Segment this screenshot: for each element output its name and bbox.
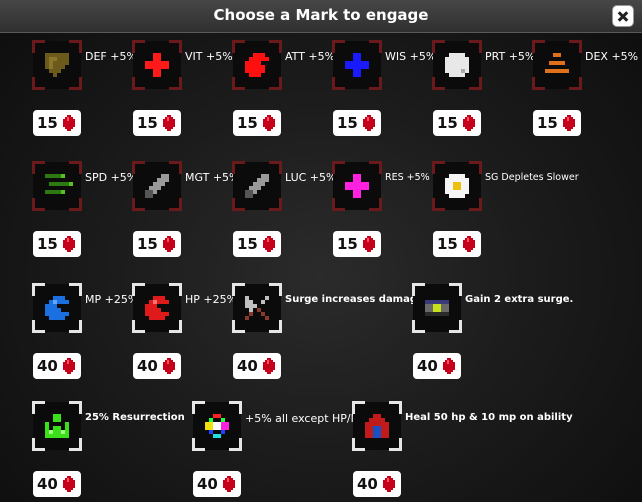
hp-heart-icon: [145, 296, 169, 320]
mark-def-label: DEF +5%: [85, 50, 137, 63]
mark-att-label: ATT +5%: [285, 50, 336, 63]
mark-surge-dmg-button[interactable]: [232, 283, 282, 333]
mark-att-button[interactable]: [232, 40, 282, 90]
mark-mp-cost[interactable]: 40: [33, 353, 81, 379]
mark-vit-label: VIT +5%: [185, 50, 233, 63]
crossed-swords-icon: [245, 296, 269, 320]
red-gem-icon: [63, 476, 75, 492]
red-gem-icon: [223, 476, 235, 492]
mark-dex-label: DEX +5%: [585, 50, 639, 63]
mark-def-button[interactable]: [32, 40, 82, 90]
mark-surge-extra-cost[interactable]: 40: [413, 353, 461, 379]
mark-hp-cost[interactable]: 40: [133, 353, 181, 379]
mark-surge-extra-button[interactable]: [412, 283, 462, 333]
mark-res-button[interactable]: [332, 161, 382, 211]
mark-wis-cost[interactable]: 15: [333, 110, 381, 136]
sword-icon: [245, 174, 269, 198]
mark-prt-button[interactable]: [432, 40, 482, 90]
cross-icon: [145, 53, 169, 77]
mark-mp-label: MP +25%: [85, 293, 139, 306]
mark-luc-label: LUC +5%: [285, 171, 337, 184]
mark-spd-cost[interactable]: 15: [33, 231, 81, 257]
resurrection-icon: [45, 414, 69, 438]
title-bar: Choose a Mark to engage: [0, 0, 642, 33]
cross-icon: [345, 174, 369, 198]
red-gem-icon: [263, 358, 275, 374]
red-gem-icon: [163, 358, 175, 374]
red-gem-icon: [463, 115, 475, 131]
mark-res-cost[interactable]: 15: [333, 231, 381, 257]
eye-icon: [425, 300, 449, 316]
mark-sg-button[interactable]: [432, 161, 482, 211]
shield-icon: [45, 53, 69, 77]
mark-wis-label: WIS +5%: [385, 50, 437, 63]
mark-surge-extra-label: Gain 2 extra surge.: [465, 294, 574, 305]
mark-all-stats-button[interactable]: [192, 401, 242, 451]
mark-dex-button[interactable]: [532, 40, 582, 90]
mark-sg-label: SG Depletes Slower: [485, 172, 579, 183]
red-gem-icon: [563, 115, 575, 131]
egg-icon: [445, 174, 469, 198]
mark-dex-cost[interactable]: 15: [533, 110, 581, 136]
window-title: Choose a Mark to engage: [213, 6, 429, 24]
mp-heart-icon: [45, 296, 69, 320]
red-gem-icon: [63, 358, 75, 374]
mark-res-label: RES +5%: [385, 172, 430, 183]
mark-mgt-button[interactable]: [132, 161, 182, 211]
red-gem-icon: [263, 236, 275, 252]
red-gem-icon: [163, 115, 175, 131]
mark-luc-cost[interactable]: 15: [233, 231, 281, 257]
red-gem-icon: [383, 476, 395, 492]
mark-heal-cost[interactable]: 40: [353, 471, 401, 497]
close-icon[interactable]: [612, 5, 634, 27]
sword-icon: [145, 174, 169, 198]
stripes-icon: [545, 53, 569, 73]
mark-all-stats-label: +5% all except HP/MP: [245, 412, 367, 425]
red-gem-icon: [63, 115, 75, 131]
mark-heal-label: Heal 50 hp & 10 mp on ability: [405, 412, 573, 423]
mark-surge-dmg-cost[interactable]: 40: [233, 353, 281, 379]
red-gem-icon: [63, 236, 75, 252]
mark-wis-button[interactable]: [332, 40, 382, 90]
mark-vit-cost[interactable]: 15: [133, 110, 181, 136]
mark-hp-label: HP +25%: [185, 293, 238, 306]
mark-vit-button[interactable]: [132, 40, 182, 90]
red-gem-icon: [363, 115, 375, 131]
wind-icon: [45, 174, 73, 194]
mark-all-stats-cost[interactable]: 40: [193, 471, 241, 497]
mark-selection-window: Choose a Mark to engage DEF +5% VIT +5% …: [0, 0, 642, 502]
mark-resurrect-cost[interactable]: 40: [33, 471, 81, 497]
mark-mgt-cost[interactable]: 15: [133, 231, 181, 257]
red-gem-icon: [463, 236, 475, 252]
orb-icon: [445, 53, 469, 77]
mark-prt-label: PRT +5%: [485, 50, 536, 63]
mark-resurrect-label: 25% Resurrection: [85, 412, 185, 423]
mark-luc-button[interactable]: [232, 161, 282, 211]
arch-icon: [365, 414, 389, 438]
mark-def-cost[interactable]: 15: [33, 110, 81, 136]
red-gem-icon: [263, 115, 275, 131]
mark-resurrect-button[interactable]: [32, 401, 82, 451]
mark-spd-label: SPD +5%: [85, 171, 138, 184]
rainbow-icon: [205, 414, 229, 438]
mark-surge-dmg-label: Surge increases damage: [285, 294, 424, 305]
red-gem-icon: [363, 236, 375, 252]
fist-icon: [245, 53, 269, 77]
mark-hp-button[interactable]: [132, 283, 182, 333]
red-gem-icon: [443, 358, 455, 374]
mark-prt-cost[interactable]: 15: [433, 110, 481, 136]
red-gem-icon: [163, 236, 175, 252]
mark-mp-button[interactable]: [32, 283, 82, 333]
mark-sg-cost[interactable]: 15: [433, 231, 481, 257]
mark-att-cost[interactable]: 15: [233, 110, 281, 136]
mark-heal-button[interactable]: [352, 401, 402, 451]
mark-spd-button[interactable]: [32, 161, 82, 211]
cross-icon: [345, 53, 369, 77]
